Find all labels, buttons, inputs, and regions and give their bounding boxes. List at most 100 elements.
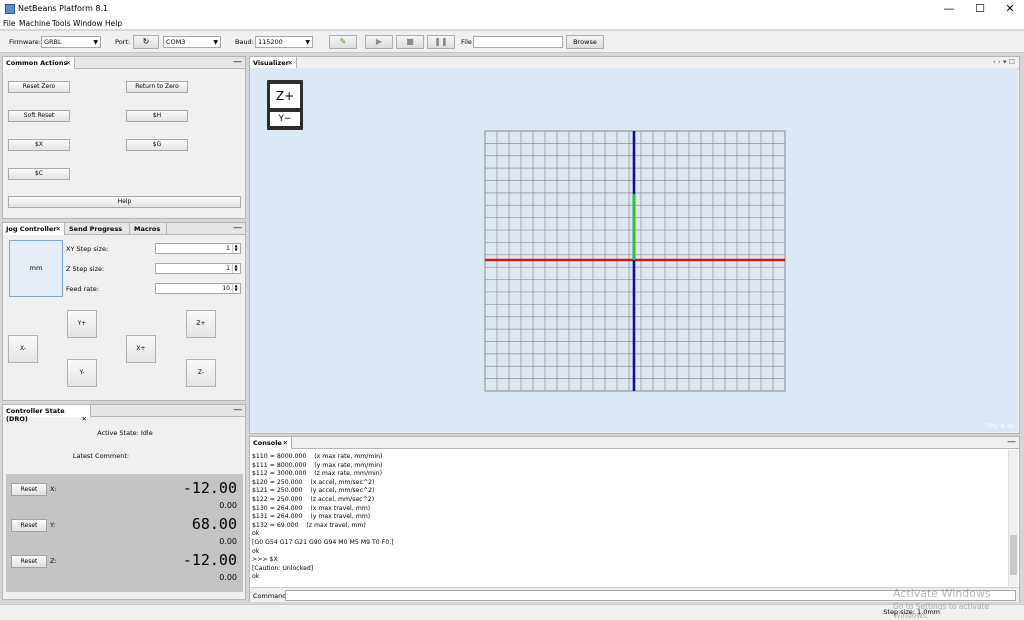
gcode-state-button[interactable]: $G bbox=[126, 139, 188, 151]
close-window-button[interactable]: ✕ bbox=[995, 0, 1024, 18]
baud-select[interactable]: 115200 ▼ bbox=[255, 36, 313, 48]
jog-y-plus-button[interactable]: Y+ bbox=[67, 310, 97, 338]
view-cube-front[interactable]: Y− bbox=[270, 112, 300, 126]
menu-window[interactable]: Window bbox=[73, 19, 103, 28]
work-y-value: 0.00 bbox=[219, 537, 237, 546]
spinner-icon[interactable]: ▲ ▼ bbox=[232, 244, 239, 253]
z-step-input[interactable]: 1 ▲ ▼ bbox=[155, 263, 241, 274]
view-cube-top[interactable]: Z+ bbox=[270, 84, 300, 108]
active-state-text: Active State: Idle bbox=[97, 429, 153, 437]
reset-x-button[interactable]: Reset bbox=[11, 483, 47, 496]
console-line: ok bbox=[252, 573, 260, 581]
jog-y-minus-button[interactable]: Y- bbox=[67, 359, 97, 387]
common-actions-panel: Common Actions ✕ — Reset Zero Return to … bbox=[2, 56, 246, 219]
pause-icon: ❚❚ bbox=[434, 37, 448, 46]
console-scrollbar[interactable] bbox=[1008, 450, 1018, 586]
menu-help[interactable]: Help bbox=[105, 19, 122, 28]
console-line: $131 = 264.000 (y max travel, mm) bbox=[252, 513, 371, 521]
jog-x-plus-button[interactable]: X+ bbox=[126, 335, 156, 363]
xy-step-value: 1 bbox=[226, 245, 230, 252]
work-z-value: 0.00 bbox=[219, 573, 237, 582]
view-cube[interactable]: Z+ Y− bbox=[267, 80, 303, 130]
console-line: [Caution: Unlocked] bbox=[252, 564, 314, 572]
tab-send-progress[interactable]: Send Progress bbox=[66, 223, 130, 235]
minimize-panel-icon[interactable]: — bbox=[233, 405, 242, 416]
baud-value: 115200 bbox=[258, 38, 283, 46]
latest-comment-label: Latest Comment: bbox=[72, 452, 130, 460]
console-line: $132 = 69.000 (z max travel, mm) bbox=[252, 521, 366, 529]
unlock-button[interactable]: $X bbox=[8, 139, 70, 151]
visualizer-canvas[interactable]: Z+ Y− FPS: 8.16 bbox=[250, 68, 1018, 432]
play-button[interactable]: ▶ bbox=[365, 35, 393, 49]
pause-button[interactable]: ❚❚ bbox=[427, 35, 455, 49]
feed-rate-label: Feed rate: bbox=[66, 285, 99, 293]
menu-machine[interactable]: Machine bbox=[19, 19, 50, 28]
refresh-ports-button[interactable]: ↻ bbox=[133, 35, 159, 49]
connect-button[interactable]: ✎ bbox=[329, 35, 357, 49]
minimize-panel-icon[interactable]: — bbox=[1007, 437, 1016, 448]
unit-toggle-button[interactable]: mm bbox=[9, 240, 63, 297]
grid-canvas bbox=[484, 130, 786, 392]
xy-step-input[interactable]: 1 ▲ ▼ bbox=[155, 243, 241, 254]
tab-jog-controller[interactable]: Jog Controller ✕ bbox=[3, 223, 65, 235]
tab-nav-icons[interactable]: ‹ › ▾ ☐ bbox=[993, 58, 1015, 66]
jog-x-minus-button[interactable]: X- bbox=[8, 335, 38, 363]
console-line: $130 = 264.000 (x max travel, mm) bbox=[252, 504, 371, 512]
menu-tools[interactable]: Tools bbox=[52, 19, 70, 28]
minimize-button[interactable]: — bbox=[934, 0, 964, 18]
close-icon[interactable]: ✕ bbox=[283, 439, 288, 447]
refresh-icon: ↻ bbox=[142, 37, 150, 46]
axis-x-label: X: bbox=[50, 485, 57, 493]
tab-label: Console bbox=[253, 439, 282, 447]
jog-z-minus-button[interactable]: Z- bbox=[186, 359, 216, 387]
reset-y-button[interactable]: Reset bbox=[11, 519, 47, 532]
browse-button[interactable]: Browse bbox=[566, 35, 604, 49]
reset-zero-button[interactable]: Reset Zero bbox=[8, 81, 70, 93]
console-line: $121 = 250.000 (y accel, mm/sec^2) bbox=[252, 487, 375, 495]
machine-x-value: -12.00 bbox=[182, 479, 237, 497]
firmware-label: Firmware: bbox=[9, 38, 41, 46]
close-icon[interactable]: ✕ bbox=[82, 415, 87, 423]
machine-z-value: -12.00 bbox=[182, 551, 237, 569]
console-line: ok bbox=[252, 530, 260, 538]
reset-z-button[interactable]: Reset bbox=[11, 555, 47, 568]
check-mode-button[interactable]: $C bbox=[8, 168, 70, 180]
spinner-icon[interactable]: ▲ ▼ bbox=[232, 264, 239, 273]
tab-console[interactable]: Console ✕ bbox=[250, 437, 292, 449]
console-output[interactable]: $110 = 8000.000 (x max rate, mm/min) $111… bbox=[252, 453, 1007, 587]
minimize-panel-icon[interactable]: — bbox=[233, 57, 242, 68]
spinner-icon[interactable]: ▲ ▼ bbox=[232, 284, 239, 293]
port-value: COM3 bbox=[166, 38, 186, 46]
soft-reset-button[interactable]: Soft Reset bbox=[8, 110, 70, 122]
machine-y-value: 68.00 bbox=[191, 515, 237, 533]
close-icon[interactable]: ✕ bbox=[288, 59, 293, 67]
close-icon[interactable]: ✕ bbox=[56, 225, 61, 233]
tab-label: Jog Controller bbox=[6, 225, 57, 233]
feed-rate-input[interactable]: 10 ▲ ▼ bbox=[155, 283, 241, 294]
homing-button[interactable]: $H bbox=[126, 110, 188, 122]
menu-bar: File Machine Tools Window Help bbox=[0, 18, 1024, 30]
maximize-button[interactable]: ☐ bbox=[965, 0, 995, 18]
firmware-select[interactable]: GRBL ▼ bbox=[41, 36, 101, 48]
console-panel: Console ✕ — $110 = 8000.000 (x max rate,… bbox=[249, 436, 1020, 602]
app-icon bbox=[5, 4, 15, 14]
stop-icon: ■ bbox=[406, 37, 414, 46]
console-line: >>> $X bbox=[252, 556, 278, 564]
menu-file[interactable]: File bbox=[3, 19, 16, 28]
jog-z-plus-button[interactable]: Z+ bbox=[186, 310, 216, 338]
return-to-zero-button[interactable]: Return to Zero bbox=[126, 81, 188, 93]
help-button[interactable]: Help bbox=[8, 196, 241, 208]
chevron-down-icon: ▼ bbox=[305, 39, 310, 46]
file-path-input[interactable] bbox=[473, 36, 563, 48]
stop-button[interactable]: ■ bbox=[396, 35, 424, 49]
tab-common-actions[interactable]: Common Actions ✕ bbox=[3, 57, 75, 69]
close-icon[interactable]: ✕ bbox=[66, 59, 71, 67]
console-line: $111 = 8000.000 (y max rate, mm/min) bbox=[252, 461, 383, 469]
activation-watermark-text: Go to Settings to activate Windows. bbox=[893, 602, 990, 620]
minimize-panel-icon[interactable]: — bbox=[233, 223, 242, 234]
tab-macros[interactable]: Macros bbox=[131, 223, 167, 235]
port-select[interactable]: COM3 ▼ bbox=[163, 36, 221, 48]
scrollbar-thumb[interactable] bbox=[1010, 535, 1017, 575]
tab-controller-state[interactable]: Controller State (DRO) ✕ bbox=[3, 405, 91, 423]
toolbar: Firmware: GRBL ▼ Port: ↻ COM3 ▼ Baud: 1152… bbox=[0, 31, 1024, 53]
